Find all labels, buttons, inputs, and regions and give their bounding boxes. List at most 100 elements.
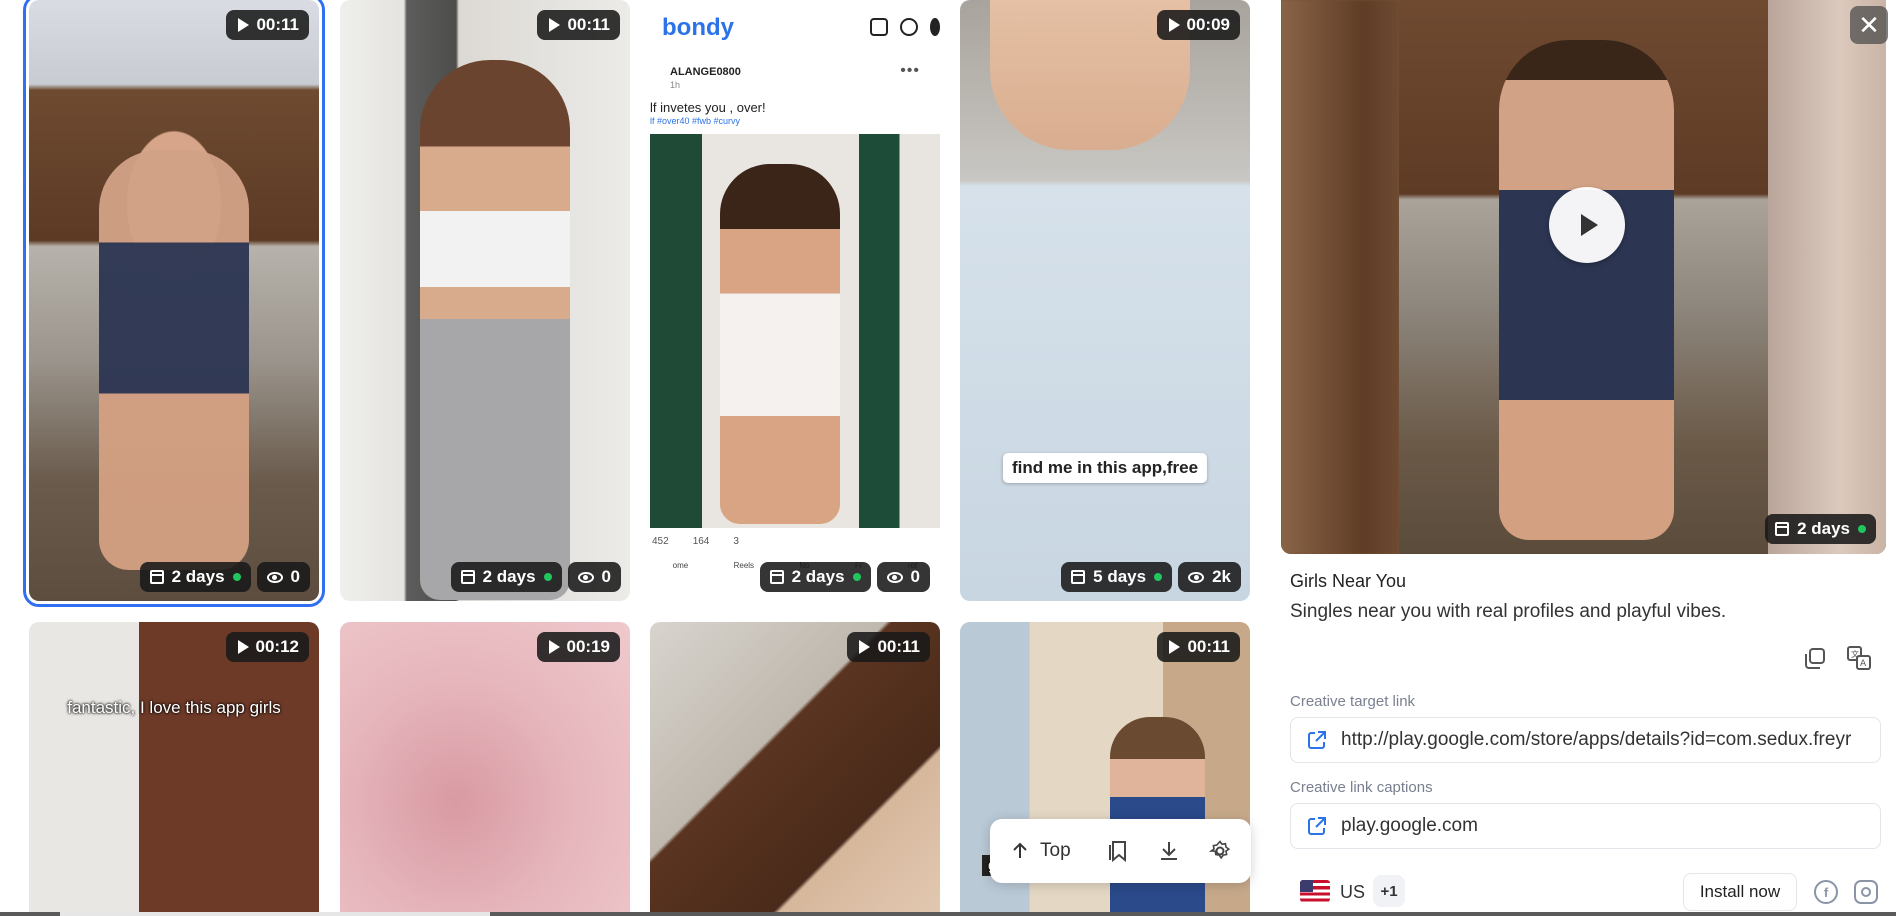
views-badge: 0	[876, 562, 930, 592]
target-link-label: Creative target link	[1290, 693, 1416, 710]
video-card[interactable]: 00:11	[650, 622, 940, 916]
views-badge: 0	[256, 562, 310, 592]
video-card[interactable]: bondy ALANGE0800 1h ••• lf invetes you ,…	[650, 0, 940, 601]
arrow-up-icon	[1013, 842, 1027, 858]
age-badge: 2 days	[1765, 514, 1876, 544]
more-icon: •••	[900, 62, 920, 79]
eye-icon	[577, 571, 594, 583]
copy-icon[interactable]	[1801, 644, 1829, 672]
post-caption: lf invetes you , over!	[650, 100, 766, 115]
close-button[interactable]: ✕	[1850, 6, 1888, 44]
age-badge: 5 days	[1061, 562, 1173, 592]
ad-description: Singles near you with real profiles and …	[1290, 601, 1727, 622]
facebook-icon[interactable]: f	[1814, 880, 1838, 904]
play-icon	[238, 18, 250, 32]
calendar-icon	[1071, 570, 1086, 584]
preview-blur-left	[1281, 0, 1399, 554]
video-overlay-text: find me in this app,free	[1002, 453, 1208, 483]
duration-badge: 00:11	[847, 632, 930, 662]
more-countries-badge[interactable]: +1	[1373, 875, 1405, 907]
play-icon	[859, 640, 871, 654]
ad-detail-panel: 2 days ✕ Girls Near You Singles near you…	[1271, 0, 1896, 916]
video-thumbnail	[340, 622, 630, 916]
app-screenshot: bondy ALANGE0800 1h ••• lf invetes you ,…	[650, 0, 940, 601]
video-card[interactable]: 00:11 2 days 0	[23, 0, 325, 607]
add-post-icon	[870, 18, 888, 36]
calendar-icon	[769, 570, 784, 584]
bondy-logo: bondy	[662, 14, 734, 41]
post-tags: lf #over40 #fwb #curvy	[650, 116, 741, 126]
video-thumbnail	[650, 622, 940, 916]
duration-badge: 00:09	[1156, 10, 1240, 40]
svg-text:A: A	[1860, 659, 1867, 669]
video-subject	[1110, 717, 1205, 916]
floating-toolbar: Top	[990, 819, 1251, 883]
caption-link-text: play.google.com	[1341, 815, 1478, 836]
external-link-icon	[1308, 817, 1326, 835]
play-icon	[1169, 640, 1181, 654]
active-dot	[1154, 573, 1163, 581]
svg-text:文: 文	[1851, 649, 1859, 659]
age-badge: 2 days	[139, 562, 251, 592]
active-dot	[232, 573, 241, 581]
eye-icon	[886, 571, 903, 583]
scroll-top-button[interactable]: Top	[1010, 840, 1071, 862]
eye-icon	[266, 571, 283, 583]
video-thumbnail	[29, 622, 319, 916]
translate-icon[interactable]: 文A	[1845, 644, 1873, 672]
post-photo	[650, 134, 940, 528]
calendar-icon	[1775, 522, 1790, 536]
play-icon	[237, 640, 249, 654]
post-stats: 452 164 3	[652, 536, 739, 547]
play-icon	[1581, 214, 1598, 236]
ad-footer: US +1 Install now f	[1271, 870, 1896, 916]
active-dot	[543, 573, 552, 581]
play-icon	[1168, 18, 1180, 32]
active-dot	[1858, 525, 1866, 533]
age-badge: 2 days	[450, 562, 562, 592]
preview-blur-right	[1768, 0, 1886, 554]
video-overlay-text: fantastic, I love this app girls	[67, 698, 281, 717]
target-link-text: http://play.google.com/store/apps/detail…	[1341, 729, 1852, 750]
play-icon	[548, 640, 560, 654]
duration-badge: 00:11	[537, 10, 620, 40]
external-link-icon	[1308, 731, 1326, 749]
caption-link-label: Creative link captions	[1290, 779, 1433, 796]
views-badge: 2k	[1178, 562, 1241, 592]
post-time: 1h	[670, 80, 681, 90]
calendar-icon	[149, 570, 164, 584]
play-button[interactable]	[1549, 187, 1625, 263]
video-card[interactable]: find me in this app,free 00:09 5 days 2k	[960, 0, 1250, 601]
us-flag-icon	[1300, 880, 1330, 902]
bookmark-icon[interactable]	[1106, 839, 1130, 863]
duration-badge: 00:19	[536, 632, 620, 662]
eye-icon	[1188, 571, 1205, 583]
search-icon	[900, 18, 918, 36]
install-now-button[interactable]: Install now	[1683, 873, 1797, 911]
video-card[interactable]: 00:19	[340, 622, 630, 916]
instagram-icon[interactable]	[1854, 880, 1878, 904]
duration-badge: 00:11	[226, 10, 309, 40]
gear-icon[interactable]	[1208, 839, 1232, 863]
country-code: US	[1340, 882, 1366, 902]
preview-frame	[1399, 0, 1768, 554]
active-dot	[852, 573, 861, 581]
age-badge: 2 days	[759, 562, 871, 592]
profile-icon	[930, 18, 940, 36]
caption-link-field[interactable]: play.google.com	[1290, 803, 1881, 849]
horizontal-scrollbar[interactable]	[0, 912, 1896, 916]
post-username: ALANGE0800	[670, 66, 741, 78]
video-card[interactable]: 00:11 2 days 0	[340, 0, 630, 601]
video-subject	[420, 60, 570, 600]
views-badge: 0	[567, 562, 621, 592]
play-icon	[549, 18, 561, 32]
download-icon[interactable]	[1157, 839, 1181, 863]
video-preview[interactable]: 2 days	[1281, 0, 1886, 554]
duration-badge: 00:11	[1157, 632, 1240, 662]
video-card[interactable]: fantastic, I love this app girls 00:12	[29, 622, 319, 916]
calendar-icon	[460, 570, 475, 584]
target-link-field[interactable]: http://play.google.com/store/apps/detail…	[1290, 717, 1881, 763]
video-subject	[99, 150, 249, 570]
duration-badge: 00:12	[225, 632, 309, 662]
ad-title: Girls Near You	[1290, 571, 1407, 591]
